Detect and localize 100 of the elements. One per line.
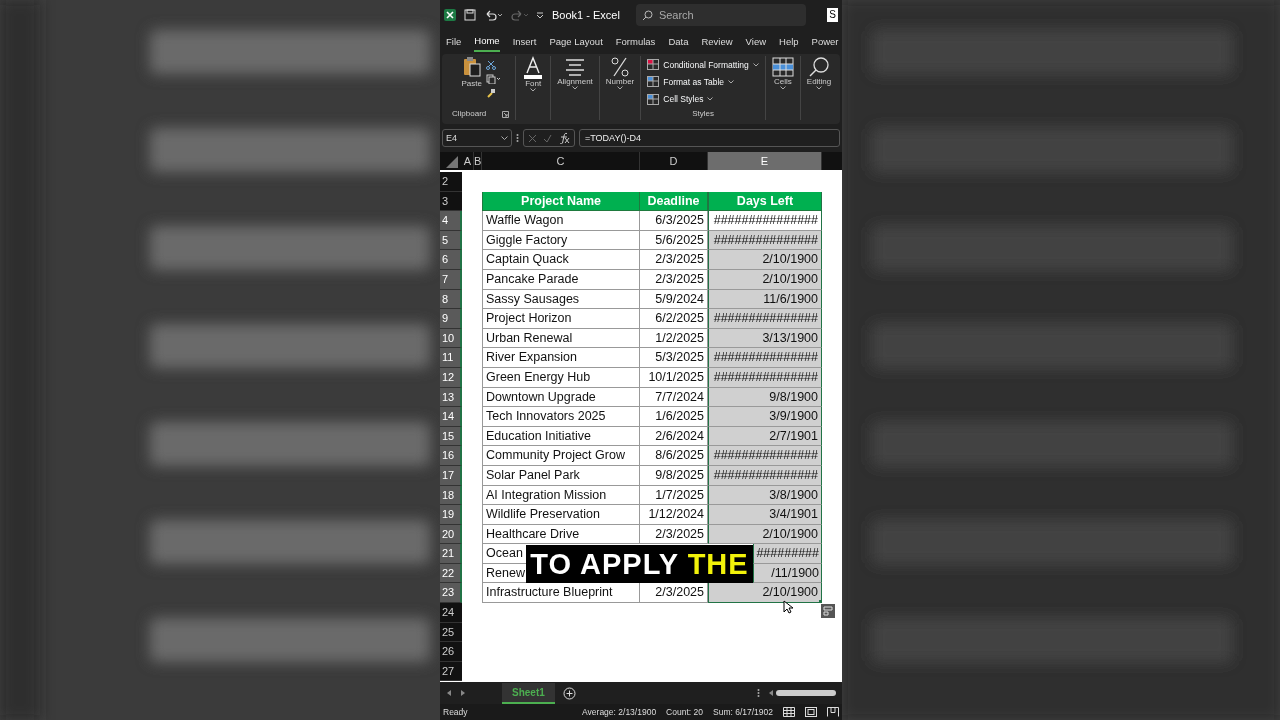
row-header[interactable]: 16 bbox=[440, 446, 462, 466]
row-header[interactable]: 2 bbox=[440, 172, 462, 192]
row-header[interactable]: 6 bbox=[440, 250, 462, 270]
styles-menu-button[interactable]: Cell Styles bbox=[647, 90, 714, 108]
row-header[interactable]: 9 bbox=[440, 309, 462, 329]
table-cell[interactable]: 2/10/1900 bbox=[708, 269, 822, 290]
table-cell[interactable]: 3/9/1900 bbox=[708, 407, 822, 427]
row-header[interactable]: 5 bbox=[440, 230, 462, 251]
alignment-button[interactable]: Alignment bbox=[557, 56, 593, 90]
row-header[interactable]: 15 bbox=[440, 426, 462, 447]
editing-button[interactable]: Editing bbox=[806, 56, 832, 90]
column-header[interactable]: E bbox=[708, 152, 822, 170]
table-cell[interactable]: ############### bbox=[708, 211, 822, 231]
page-layout-icon[interactable] bbox=[805, 707, 817, 717]
font-button[interactable]: Font bbox=[522, 56, 545, 92]
menu-tab[interactable]: Formulas bbox=[615, 32, 656, 52]
table-cell[interactable]: 2/10/1900 bbox=[708, 583, 822, 604]
menu-tab[interactable]: Home bbox=[474, 31, 500, 53]
table-cell[interactable]: ############### bbox=[708, 230, 822, 251]
normal-view-icon[interactable] bbox=[783, 707, 795, 717]
row-header[interactable]: 10 bbox=[440, 328, 462, 349]
menu-tab[interactable]: View bbox=[745, 32, 767, 52]
table-cell[interactable]: 2/10/1900 bbox=[708, 250, 822, 270]
scroll-right-icon[interactable] bbox=[460, 689, 466, 697]
name-box[interactable]: E4 bbox=[442, 129, 512, 147]
customize-icon[interactable] bbox=[536, 10, 544, 20]
table-cell[interactable]: River Expansion bbox=[482, 348, 640, 368]
paste-button[interactable]: Paste bbox=[461, 78, 482, 90]
paste-icon[interactable] bbox=[461, 56, 482, 78]
cancel-icon[interactable] bbox=[528, 133, 537, 143]
table-cell[interactable]: /11/1900 bbox=[753, 563, 822, 584]
table-cell[interactable]: Education Initiative bbox=[482, 426, 640, 447]
add-sheet-icon[interactable] bbox=[562, 686, 576, 700]
quick-analysis-icon[interactable] bbox=[821, 604, 835, 618]
scrollbar-icon[interactable] bbox=[768, 689, 836, 697]
table-cell[interactable]: Solar Panel Park bbox=[482, 465, 640, 486]
undo-icon[interactable] bbox=[484, 9, 502, 21]
table-cell[interactable]: Community Project Grow bbox=[482, 446, 640, 466]
menu-tab[interactable]: Review bbox=[701, 32, 733, 52]
table-cell[interactable]: AI Integration Mission bbox=[482, 485, 640, 506]
table-cell[interactable]: Urban Renewal bbox=[482, 328, 640, 349]
row-header[interactable]: 27 bbox=[440, 661, 462, 682]
save-icon[interactable] bbox=[464, 9, 476, 21]
cells-button[interactable]: Cells bbox=[771, 56, 794, 90]
table-cell[interactable]: Downtown Upgrade bbox=[482, 387, 640, 408]
row-header[interactable]: 24 bbox=[440, 603, 462, 623]
row-header[interactable]: 8 bbox=[440, 289, 462, 310]
number-button[interactable]: Number bbox=[605, 56, 635, 90]
row-header[interactable]: 18 bbox=[440, 485, 462, 506]
row-header[interactable]: 17 bbox=[440, 465, 462, 486]
row-header[interactable]: 19 bbox=[440, 505, 462, 525]
table-cell[interactable]: 11/6/1900 bbox=[708, 289, 822, 310]
table-cell[interactable]: ############### bbox=[708, 348, 822, 368]
scroll-left-icon[interactable] bbox=[446, 689, 452, 697]
row-header[interactable]: 3 bbox=[440, 191, 462, 212]
menu-tab[interactable]: Page Layout bbox=[549, 32, 603, 52]
row-header[interactable]: 7 bbox=[440, 269, 462, 290]
table-cell[interactable]: Pancake Parade bbox=[482, 269, 640, 290]
formula-field[interactable]: =TODAY()-D4 bbox=[579, 129, 840, 147]
row-header[interactable]: 4 bbox=[440, 211, 462, 231]
table-cell[interactable]: ######### bbox=[753, 544, 822, 564]
page-break-icon[interactable] bbox=[827, 707, 839, 717]
row-header[interactable]: 12 bbox=[440, 367, 462, 388]
table-cell[interactable]: 9/8/1900 bbox=[708, 387, 822, 408]
table-cell[interactable]: Wildlife Preservation bbox=[482, 505, 640, 525]
table-cell[interactable]: ############### bbox=[708, 367, 822, 388]
search-field[interactable]: Search bbox=[635, 4, 806, 26]
table-cell[interactable]: Tech Innovators 2025 bbox=[482, 407, 640, 427]
table-cell[interactable]: Green Energy Hub bbox=[482, 367, 640, 388]
styles-menu-button[interactable]: Format as Table bbox=[647, 73, 735, 91]
table-cell[interactable]: ############### bbox=[708, 465, 822, 486]
redo-icon[interactable] bbox=[510, 9, 528, 21]
brush-icon[interactable] bbox=[485, 88, 496, 98]
table-cell[interactable]: Sassy Sausages bbox=[482, 289, 640, 310]
styles-menu-button[interactable]: Conditional Formatting bbox=[647, 56, 759, 74]
table-cell[interactable]: 3/8/1900 bbox=[708, 485, 822, 506]
row-header[interactable]: 23 bbox=[440, 583, 462, 604]
enter-icon[interactable] bbox=[543, 133, 552, 143]
menu-tab[interactable]: Insert bbox=[512, 32, 537, 52]
table-cell[interactable]: Healthcare Drive bbox=[482, 524, 640, 545]
table-cell[interactable]: Giggle Factory bbox=[482, 230, 640, 251]
row-header[interactable]: 21 bbox=[440, 544, 462, 564]
share-button[interactable]: S bbox=[827, 8, 838, 22]
table-cell[interactable]: ############### bbox=[708, 446, 822, 466]
row-header[interactable]: 11 bbox=[440, 348, 462, 368]
sheet-tab[interactable]: Sheet1 bbox=[502, 682, 555, 704]
row-header[interactable]: 22 bbox=[440, 563, 462, 584]
row-header[interactable]: 13 bbox=[440, 387, 462, 408]
menu-tab[interactable]: Power bbox=[811, 32, 839, 52]
table-cell[interactable]: Waffle Wagon bbox=[482, 211, 640, 231]
table-cell[interactable]: Project Horizon bbox=[482, 309, 640, 329]
row-header[interactable]: 26 bbox=[440, 642, 462, 662]
row-header[interactable]: 25 bbox=[440, 622, 462, 643]
table-cell[interactable]: 2/7/1901 bbox=[708, 426, 822, 447]
function-icon[interactable] bbox=[558, 132, 570, 144]
scissors-icon[interactable] bbox=[485, 60, 496, 70]
row-header[interactable]: 20 bbox=[440, 524, 462, 545]
row-header[interactable]: 14 bbox=[440, 407, 462, 427]
table-cell[interactable]: 3/13/1900 bbox=[708, 328, 822, 349]
table-cell[interactable]: 2/10/1900 bbox=[708, 524, 822, 545]
